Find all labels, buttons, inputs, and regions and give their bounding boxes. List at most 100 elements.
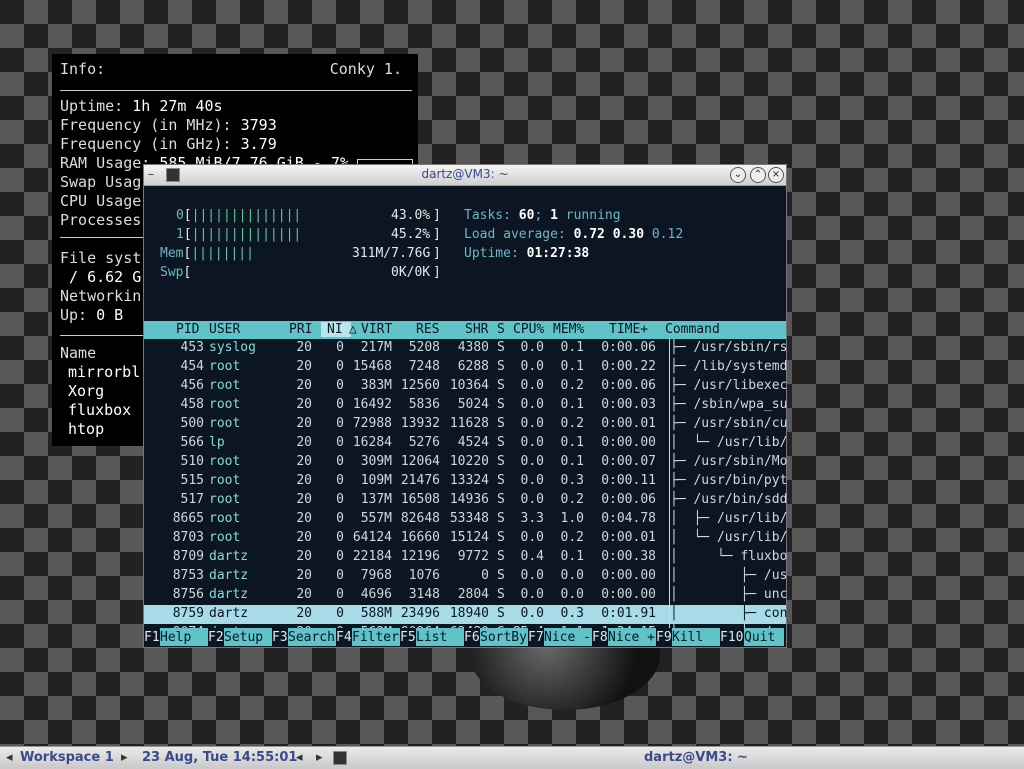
fkey-nice-button[interactable]: Nice + <box>608 628 656 646</box>
cell-shr: 9772 <box>457 549 489 564</box>
workspace-name[interactable]: Workspace 1 <box>20 750 114 765</box>
conky-freq-mhz-label: Frequency (in MHz): <box>60 116 232 134</box>
next-workspace-button[interactable]: ▸ <box>121 750 128 765</box>
process-row[interactable]: 510 root 20 0 309M 12064 10220 S 0.0 0.1 0:00.07 ├─… <box>144 453 788 472</box>
col-mem[interactable]: MEM% <box>553 322 584 337</box>
cell-cpu: 0.0 <box>520 454 544 469</box>
fkey-kill-button[interactable]: Kill <box>672 628 720 646</box>
cell-pid: 500 <box>180 416 204 431</box>
col-pri[interactable]: PRI <box>289 322 312 337</box>
cell-pid: 8759 <box>172 606 204 621</box>
col-command[interactable]: Command <box>665 322 720 337</box>
col-state[interactable]: S <box>497 322 505 337</box>
cell-command: ├─ /usr/sbin/Mo <box>670 454 788 469</box>
cell-time: 0:00.00 <box>601 435 656 450</box>
cell-virt: 16284 <box>352 435 392 450</box>
cell-time: 0:00.22 <box>601 359 656 374</box>
cell-pri: 20 <box>296 511 312 526</box>
conky-freq-mhz-value: 3793 <box>240 116 277 134</box>
cell-user: root <box>209 378 241 393</box>
process-row[interactable]: 8756 dartz 20 0 4696 3148 2804 S 0.0 0.0 0:00.00 │ … <box>144 586 788 605</box>
process-row[interactable]: 8753 dartz 20 0 7968 1076 0 S 0.0 0.0 0:00.00 │ ├─ … <box>144 567 788 586</box>
fkey-quit-button[interactable]: Quit <box>744 628 784 646</box>
fkey-setup-button[interactable]: Setup <box>224 628 272 646</box>
cell-pri: 20 <box>296 359 312 374</box>
col-shr[interactable]: SHR <box>465 322 488 337</box>
col-pid[interactable]: PID <box>176 322 199 337</box>
fkey-help-button[interactable]: Help <box>160 628 208 646</box>
selected-process-row[interactable]: 8759 dartz 20 0 588M 23496 18940 S 0.0 0.3 0:01.91… <box>144 605 787 624</box>
clock: 23 Aug, Tue 14:55:01 <box>142 750 298 765</box>
cell-pid: 454 <box>180 359 204 374</box>
cell-state: S <box>497 397 505 412</box>
cell-cpu: 3.3 <box>520 511 544 526</box>
fkey-sortby-button[interactable]: SortBy <box>480 628 528 646</box>
prev-task-button[interactable]: ◂ <box>296 750 303 765</box>
taskbar-window-title[interactable]: dartz@VM3: ~ <box>644 750 748 765</box>
col-user[interactable]: USER <box>209 322 240 337</box>
cell-ni: 0 <box>336 606 344 621</box>
cell-shr: 15124 <box>449 530 489 545</box>
cell-mem: 0.2 <box>560 492 584 507</box>
cell-cpu: 0.0 <box>520 359 544 374</box>
prev-workspace-button[interactable]: ◂ <box>6 750 13 765</box>
fkey-filter-button[interactable]: Filter <box>352 628 400 646</box>
terminal-window[interactable]: – dartz@VM3: ~ ⌄ ⌃ × 0[|||||||||||||| 43… <box>143 164 787 648</box>
cell-pri: 20 <box>296 378 312 393</box>
minimize-button[interactable]: ⌄ <box>730 167 746 183</box>
command-column-divider <box>669 339 670 643</box>
cell-cpu: 0.0 <box>520 340 544 355</box>
conky-proc-item: mirrorbl <box>68 363 141 381</box>
cell-user: root <box>209 530 241 545</box>
process-row[interactable]: 566 lp 20 0 16284 5276 4524 S 0.0 0.1 0:00.00 │ └─ … <box>144 434 788 453</box>
swp-value: 0K/0K <box>391 265 431 280</box>
fkey-f5-key: F5 <box>400 630 416 645</box>
col-cpu[interactable]: CPU% <box>513 322 544 337</box>
process-row[interactable]: 454 root 20 0 15468 7248 6288 S 0.0 0.1 0:00.22 ├─ … <box>144 358 788 377</box>
conky-proc-item: Xorg <box>68 382 105 400</box>
maximize-button[interactable]: ⌃ <box>750 167 766 183</box>
cell-cpu: 0.0 <box>520 568 544 583</box>
cell-command: ├─ /usr/bin/pyt <box>670 473 788 488</box>
process-row[interactable]: 515 root 20 0 109M 21476 13324 S 0.0 0.3 0:00.11 ├─… <box>144 472 788 491</box>
terminal-icon[interactable] <box>333 751 347 765</box>
uptime-label: Uptime: <box>464 246 519 261</box>
cell-time: 0:00.38 <box>601 549 656 564</box>
cell-mem: 0.2 <box>560 378 584 393</box>
cell-pri: 20 <box>296 492 312 507</box>
cell-res: 12064 <box>400 454 440 469</box>
process-row[interactable]: 8703 root 20 0 64124 16660 15124 S 0.0 0.2 0:00.01… <box>144 529 788 548</box>
cell-ni: 0 <box>336 359 344 374</box>
fkey-list-button[interactable]: List <box>416 628 464 646</box>
htop-screen[interactable]: 0[|||||||||||||| 43.0% ] 1[|||||||||||||… <box>144 186 788 647</box>
cell-command: ├─ /usr/bin/sdd <box>670 492 788 507</box>
col-virt[interactable]: VIRT <box>361 322 392 337</box>
load-label: Load average: <box>464 227 566 242</box>
cell-shr: 0 <box>481 568 489 583</box>
cell-command: ├─ /lib/systemd <box>670 359 788 374</box>
process-row[interactable]: 8665 root 20 0 557M 82648 53348 S 3.3 1.0 0:04.78 │… <box>144 510 788 529</box>
process-row[interactable]: 453 syslog 20 0 217M 5208 4380 S 0.0 0.1 0:00.06 ├─… <box>144 339 788 358</box>
cell-user: root <box>209 473 241 488</box>
cell-mem: 0.1 <box>560 359 584 374</box>
fkey-nice-button[interactable]: Nice - <box>544 628 592 646</box>
process-row[interactable]: 8709 dartz 20 0 22184 12196 9772 S 0.4 0.1 0:00.38… <box>144 548 788 567</box>
fkey-search-button[interactable]: Search <box>288 628 336 646</box>
close-button[interactable]: × <box>768 167 784 183</box>
fkey-f3-key: F3 <box>272 630 288 645</box>
process-row[interactable]: 458 root 20 0 16492 5836 5024 S 0.0 0.1 0:00.03 ├─ … <box>144 396 788 415</box>
process-row[interactable]: 500 root 20 0 72988 13932 11628 S 0.0 0.2 0:00.01 ├… <box>144 415 788 434</box>
col-ni[interactable]: NI <box>321 322 351 337</box>
window-titlebar[interactable]: – dartz@VM3: ~ ⌄ ⌃ × <box>144 165 786 186</box>
col-res[interactable]: RES <box>416 322 439 337</box>
cell-shr: 10364 <box>449 378 489 393</box>
cell-state: S <box>497 340 505 355</box>
cell-ni: 0 <box>336 549 344 564</box>
next-task-button[interactable]: ▸ <box>316 750 323 765</box>
cpu1-label: 1 <box>176 227 184 242</box>
cell-command: │ ├─ /usr/lib/ <box>670 511 788 526</box>
col-time[interactable]: TIME+ <box>609 322 648 337</box>
cell-cpu: 0.0 <box>520 587 544 602</box>
process-row[interactable]: 456 root 20 0 383M 12560 10364 S 0.0 0.2 0:00.06 ├─… <box>144 377 788 396</box>
process-row[interactable]: 517 root 20 0 137M 16508 14936 S 0.0 0.2 0:00.06 ├─… <box>144 491 788 510</box>
